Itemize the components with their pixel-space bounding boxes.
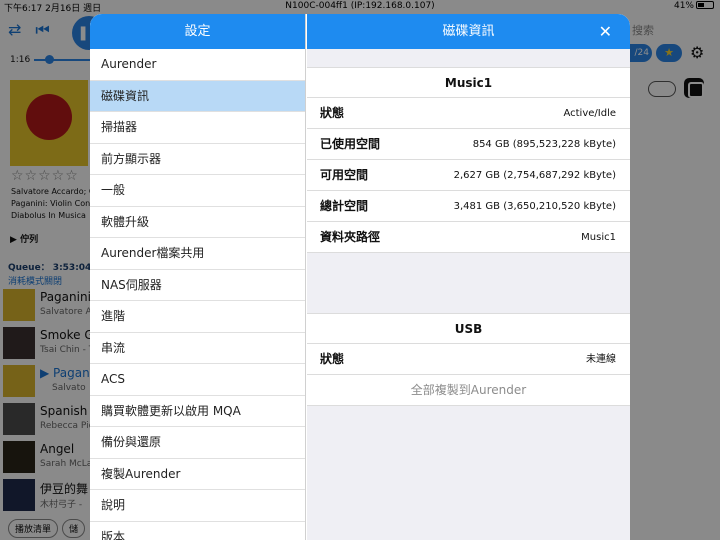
settings-title: 設定: [90, 14, 305, 49]
display-mode-button[interactable]: [684, 78, 704, 98]
battery-indicator: 41%: [674, 1, 714, 11]
seek-bar[interactable]: [34, 59, 94, 61]
queue-summary: Queue： 3:53:04,: [8, 263, 95, 273]
copy-all-button[interactable]: 全部複製到Aurender: [307, 375, 630, 406]
info-row-label: 狀態: [320, 352, 345, 366]
repeat-icon[interactable]: ⇄: [8, 20, 21, 39]
settings-menu-item[interactable]: ACS: [90, 364, 305, 396]
previous-icon[interactable]: ⏮: [35, 20, 49, 39]
queue-item[interactable]: 伊豆的舞 木村弓子 -: [0, 476, 90, 514]
settings-menu-item[interactable]: 複製Aurender: [90, 459, 305, 490]
favorite-button[interactable]: ★: [656, 44, 682, 62]
status-bar: 下午6:17 2月16日 週日 N100C-004ff1 (IP:192.168…: [0, 0, 720, 14]
settings-menu: 設定 Aurender 磁碟資訊 掃描器 前方顯示器 一般 軟體升級 Aurender檔案共…: [90, 14, 306, 540]
settings-menu-item[interactable]: Aurender: [90, 49, 305, 81]
settings-menu-item[interactable]: 串流: [90, 333, 305, 364]
info-row: 已使用空間 854 GB (895,523,228 kByte): [307, 129, 630, 160]
usb-rows: 狀態 未連線: [307, 344, 630, 375]
info-row-value: Music1: [581, 232, 616, 243]
info-row: 狀態 Active/Idle: [307, 98, 630, 129]
info-row-label: 可用空間: [320, 168, 369, 182]
playlist-button[interactable]: 播放清單: [8, 519, 59, 538]
settings-menu-item[interactable]: 前方顯示器: [90, 144, 305, 175]
info-row-value: 2,627 GB (2,754,687,292 kByte): [453, 170, 616, 181]
settings-menu-item[interactable]: 磁碟資訊: [90, 80, 305, 112]
track-thumbnail: [3, 289, 35, 321]
seek-knob[interactable]: [45, 55, 54, 64]
queue-item-current[interactable]: ▶ Pagani Salvato: [0, 362, 93, 400]
settings-modal: 設定 Aurender 磁碟資訊 掃描器 前方顯示器 一般 軟體升級 Aurender檔案共…: [90, 14, 630, 540]
usb-section-title: USB: [307, 313, 630, 344]
settings-menu-item[interactable]: 版本: [90, 522, 305, 540]
search-field[interactable]: 搜索: [632, 22, 654, 38]
track-thumbnail: [3, 403, 35, 435]
info-row: 狀態 未連線: [307, 344, 630, 375]
settings-menu-item[interactable]: 掃描器: [90, 112, 305, 144]
elapsed-time: 1:16: [10, 55, 31, 65]
info-row-label: 總計空間: [320, 199, 369, 213]
track-thumbnail: [3, 327, 35, 359]
settings-menu-item[interactable]: 備份與還原: [90, 427, 305, 459]
info-row-value: 未連線: [586, 354, 616, 365]
rating-stars[interactable]: ☆☆☆☆☆: [11, 168, 79, 184]
disk-info-header: 磁碟資訊 ✕: [307, 14, 630, 49]
music1-rows: 狀態 Active/Idle 已使用空間 854 GB (895,523,228 kB…: [307, 98, 630, 253]
info-row-value: 854 GB (895,523,228 kByte): [472, 139, 616, 150]
settings-menu-item[interactable]: 購買軟體更新以啟用 MQA: [90, 396, 305, 427]
info-row-label: 狀態: [320, 106, 345, 120]
queue-item[interactable]: Spanish H Rebecca Pid: [0, 400, 100, 438]
settings-menu-item[interactable]: 進階: [90, 301, 305, 333]
info-row-value: 3,481 GB (3,650,210,520 kByte): [453, 201, 616, 212]
queue-item[interactable]: Smoke Ge Tsai Chin - T: [0, 324, 101, 362]
bottom-actions: 播放清單儲: [8, 519, 89, 538]
list-view-button[interactable]: [648, 81, 676, 97]
battery-icon: [696, 1, 714, 9]
track-thumbnail: [3, 479, 35, 511]
settings-menu-item[interactable]: NAS伺服器: [90, 270, 305, 301]
settings-menu-item[interactable]: 說明: [90, 490, 305, 522]
track-count: /24: [628, 44, 652, 62]
now-playing-info: Salvatore Accardo; C Paganini: Violin Co…: [11, 187, 95, 220]
track-thumbnail: [3, 441, 35, 473]
settings-menu-item[interactable]: 軟體升級: [90, 207, 305, 238]
queue-item[interactable]: Paganini: Salvatore A: [0, 286, 95, 324]
settings-menu-list: Aurender 磁碟資訊 掃描器 前方顯示器 一般 軟體升級 Aurender檔案共用 NA…: [90, 49, 305, 540]
info-row-label: 已使用空間: [320, 137, 381, 151]
gear-icon[interactable]: ⚙: [690, 43, 704, 62]
info-row: 資料夾路徑 Music1: [307, 222, 630, 253]
close-icon[interactable]: ✕: [599, 14, 612, 49]
disk-info-panel: 磁碟資訊 ✕ Music1 狀態 Active/Idle 已使用空間 854 GB (…: [307, 14, 630, 540]
info-row: 可用空間 2,627 GB (2,754,687,292 kByte): [307, 160, 630, 191]
settings-menu-item[interactable]: Aurender檔案共用: [90, 238, 305, 270]
disk-info-title: 磁碟資訊: [442, 24, 495, 39]
device-name: N100C-004ff1 (IP:192.168.0.107): [285, 1, 435, 11]
info-row-label: 資料夾路徑: [320, 230, 381, 244]
save-button[interactable]: 儲: [62, 519, 86, 538]
queue-item[interactable]: Angel Sarah McLa: [0, 438, 92, 476]
info-row: 總計空間 3,481 GB (3,650,210,520 kByte): [307, 191, 630, 222]
info-row-value: Active/Idle: [563, 108, 616, 119]
playlist-toggle[interactable]: ▶ 佇列: [10, 232, 38, 245]
settings-menu-item[interactable]: 一般: [90, 175, 305, 207]
music1-section-title: Music1: [307, 67, 630, 98]
album-art[interactable]: [10, 80, 88, 166]
track-thumbnail: [3, 365, 35, 397]
transport-controls: ⇄ ⏮: [8, 20, 64, 40]
